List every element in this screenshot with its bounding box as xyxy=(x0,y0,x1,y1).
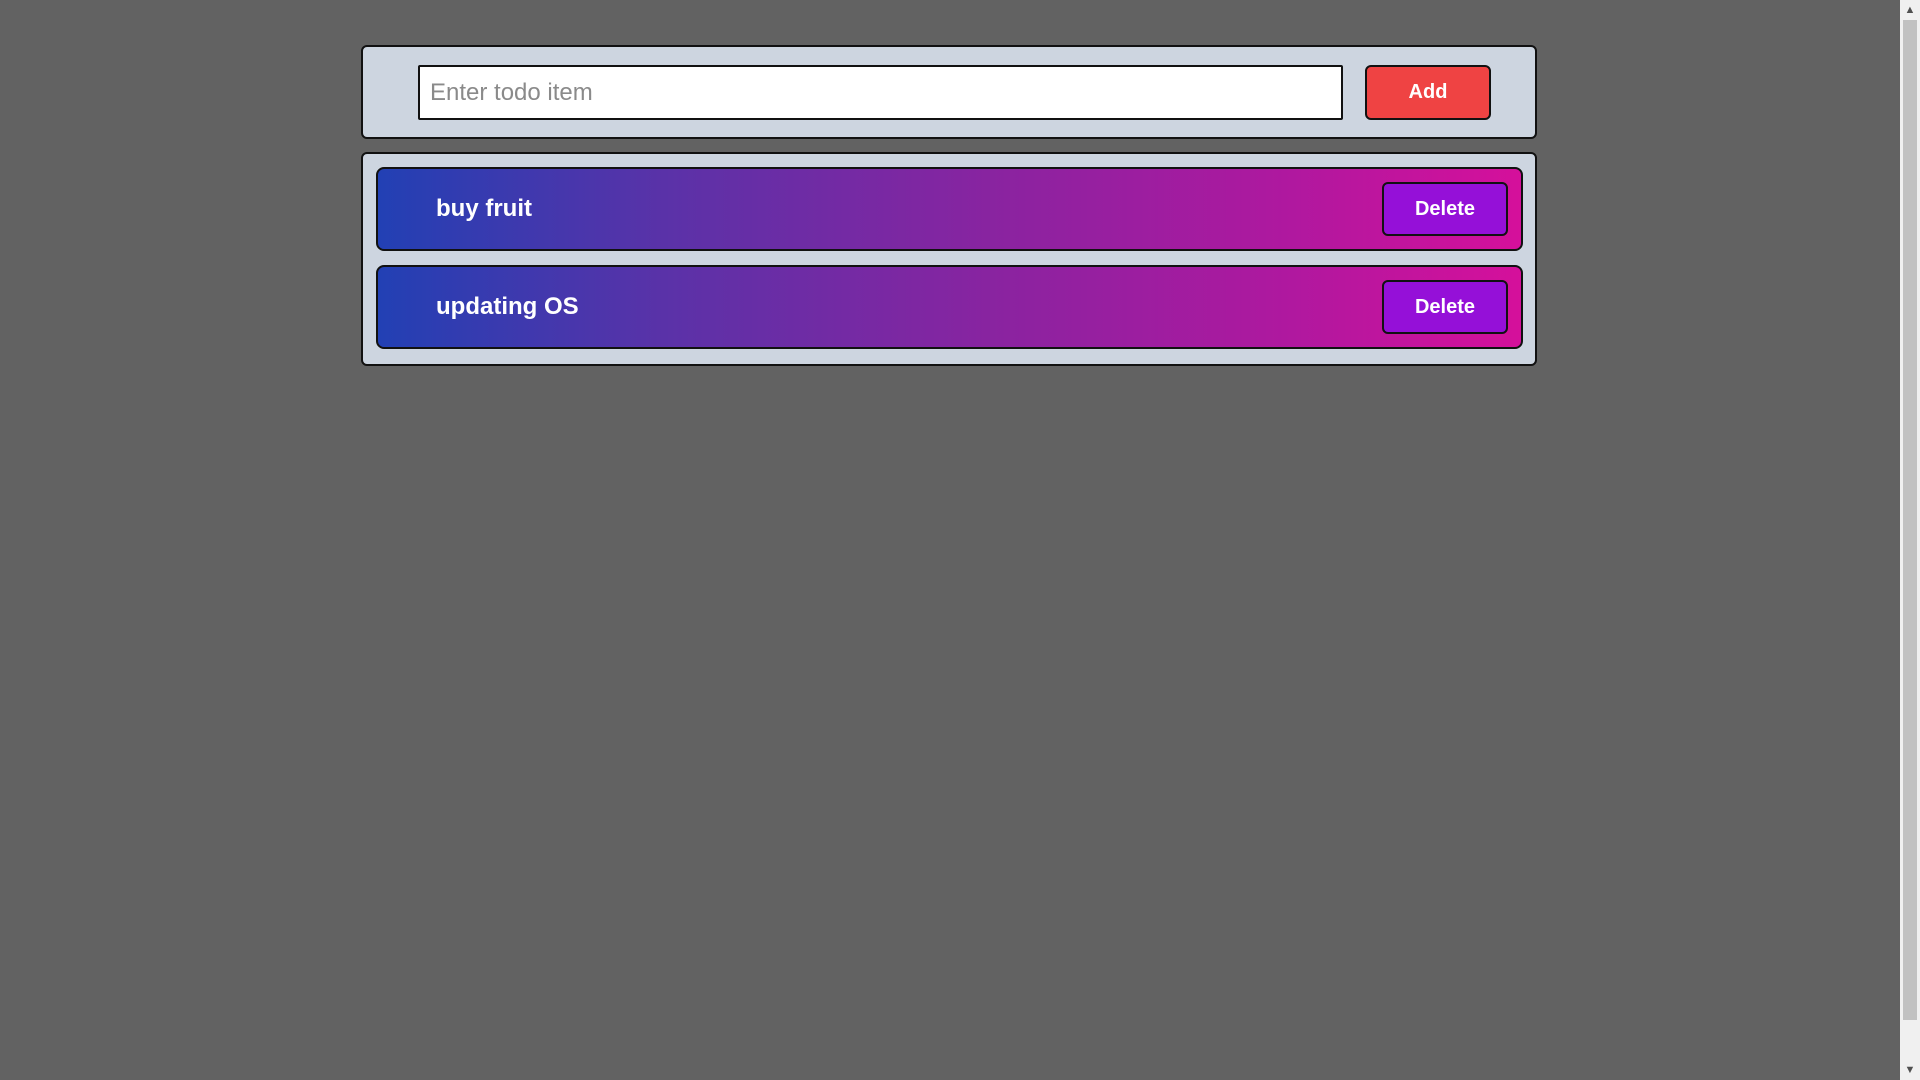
todo-item-text: buy fruit xyxy=(436,195,532,222)
delete-button[interactable]: Delete xyxy=(1382,280,1508,334)
todo-list: buy fruit Delete updating OS Delete xyxy=(361,152,1537,366)
todo-app: Add buy fruit Delete updating OS Delete … xyxy=(0,0,1920,1080)
todo-item-text: updating OS xyxy=(436,293,579,320)
scroll-up-icon[interactable]: ▲ xyxy=(1900,0,1920,20)
vertical-scrollbar[interactable]: ▲ ▼ xyxy=(1900,0,1920,1080)
delete-button[interactable]: Delete xyxy=(1382,182,1508,236)
todo-item: buy fruit Delete xyxy=(376,167,1523,251)
add-button[interactable]: Add xyxy=(1365,65,1491,120)
todo-input[interactable] xyxy=(418,65,1343,120)
todo-item: updating OS Delete xyxy=(376,265,1523,349)
scroll-down-icon[interactable]: ▼ xyxy=(1900,1060,1920,1080)
add-todo-panel: Add xyxy=(361,45,1537,139)
scrollbar-thumb[interactable] xyxy=(1903,20,1917,1020)
